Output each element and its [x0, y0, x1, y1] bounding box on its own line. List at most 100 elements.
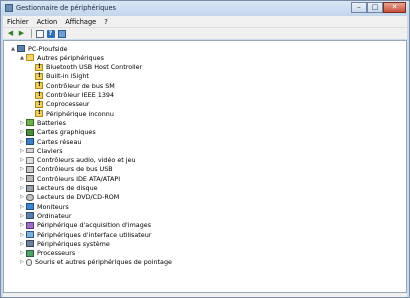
close-icon: ✕ [391, 3, 398, 11]
tree-category-node[interactable]: ▷ Périphériques système [19, 239, 110, 248]
processor-icon [26, 249, 34, 257]
tree-category-node[interactable]: ▷ Lecteurs de disque [19, 184, 98, 193]
tree-device-node[interactable]: Contrôleur IEEE 1394 [28, 91, 114, 100]
menu-affichage[interactable]: Affichage [61, 18, 100, 26]
tree-node-label: Contrôleurs IDE ATA/ATAPI [37, 174, 121, 183]
expand-collapse-toggle[interactable]: ▷ [19, 259, 25, 265]
expand-collapse-toggle[interactable]: ▷ [19, 129, 25, 135]
status-bar [3, 293, 407, 297]
tree-category-node[interactable]: ▷ Contrôleurs audio, vidéo et jeu [19, 156, 136, 165]
tree-node-label: Ordinateur [37, 211, 72, 220]
expand-collapse-toggle[interactable]: ▷ [19, 222, 25, 228]
imaging-device-icon [26, 221, 34, 229]
maximize-icon: □ [371, 3, 379, 11]
title-bar[interactable]: Gestionnaire de périphériques – □ ✕ [1, 1, 409, 16]
menu-fichier[interactable]: Fichier [3, 18, 33, 26]
tree-node-label: Claviers [37, 146, 63, 155]
display-adapter-icon [26, 128, 34, 136]
help-icon[interactable]: ? [46, 29, 55, 38]
tree-root-node[interactable]: ▲ PC-Ploufside [10, 44, 68, 53]
device-icon[interactable] [57, 29, 66, 38]
keyboard-icon [26, 148, 34, 154]
expand-collapse-toggle[interactable]: ▷ [19, 166, 25, 172]
expand-collapse-toggle[interactable]: ▷ [19, 148, 25, 154]
tree-category-node[interactable]: ▷ Périphériques d'interface utilisateur [19, 230, 151, 239]
expand-collapse-toggle[interactable]: ▷ [19, 241, 25, 247]
maximize-button[interactable]: □ [367, 2, 383, 13]
dvd-icon [26, 193, 34, 201]
expand-collapse-toggle[interactable]: ▷ [19, 120, 25, 126]
device-manager-window: Gestionnaire de périphériques – □ ✕ Fich… [0, 0, 410, 298]
folder-icon [26, 54, 34, 62]
tree-device-node[interactable]: Contrôleur de bus SM [28, 81, 115, 90]
tree-node-label: Souris et autres périphériques de pointa… [35, 258, 172, 267]
expand-collapse-toggle[interactable]: ▷ [19, 194, 25, 200]
tree-device-node[interactable]: Bluetooth USB Host Controller [28, 63, 142, 72]
tree-node-label: Processeurs [37, 249, 76, 258]
device-tree[interactable]: ▲PC-Ploufside▲Autres périphériquesBlueto… [3, 40, 407, 293]
menu-action[interactable]: Action [33, 18, 62, 26]
tree-category-node[interactable]: ▷ Processeurs [19, 249, 75, 258]
expand-collapse-toggle[interactable]: ▷ [19, 204, 25, 210]
tree-node-label: PC-Ploufside [28, 44, 68, 53]
tree-node-label: Contrôleur de bus SM [46, 81, 115, 90]
tree-device-node[interactable]: Built-in iSight [28, 72, 89, 81]
back-arrow-icon[interactable]: ◀ [6, 29, 15, 38]
tree-category-node[interactable]: ▲ Autres périphériques [19, 53, 104, 62]
forward-arrow-icon[interactable]: ▶ [17, 29, 26, 38]
expand-collapse-toggle[interactable]: ▷ [19, 185, 25, 191]
tree-node-label: Périphériques d'interface utilisateur [37, 230, 152, 239]
tree-category-node[interactable]: ▷ Moniteurs [19, 202, 69, 211]
warning-device-icon [35, 100, 43, 108]
battery-icon [26, 119, 34, 127]
tree-node-label: Batteries [37, 118, 66, 127]
expand-collapse-toggle[interactable]: ▷ [19, 232, 25, 238]
tree-node-label: Périphérique d'acquisition d'images [37, 221, 152, 230]
expand-collapse-toggle[interactable]: ▷ [19, 157, 25, 163]
menu-help[interactable]: ? [100, 18, 112, 26]
tree-node-label: Contrôleur IEEE 1394 [46, 91, 115, 99]
network-adapter-icon [26, 138, 34, 145]
tree-category-node[interactable]: ▷ Contrôleurs de bus USB [19, 165, 113, 174]
toolbar-separator [31, 29, 32, 38]
toolbar: ◀ ▶ ? [3, 27, 407, 39]
pc-icon [17, 45, 25, 52]
expand-collapse-toggle[interactable]: ▷ [19, 250, 25, 256]
tree-node-label: Contrôleurs de bus USB [37, 165, 113, 174]
usb-icon [26, 165, 34, 173]
audio-icon [26, 156, 34, 164]
tree-category-node[interactable]: ▷ Périphérique d'acquisition d'images [19, 221, 151, 230]
tree-node-label: Built-in iSight [46, 72, 89, 81]
tree-node-label: Coprocesseur [46, 100, 90, 109]
expand-collapse-toggle[interactable]: ▷ [19, 176, 25, 182]
tree-category-node[interactable]: ▷ Souris et autres périphériques de point… [19, 258, 172, 267]
tree-node-label: Contrôleurs audio, vidéo et jeu [37, 156, 136, 165]
tree-category-node[interactable]: ▷ Lecteurs de DVD/CD-ROM [19, 193, 119, 202]
system-device-icon [26, 240, 34, 248]
close-button[interactable]: ✕ [383, 2, 406, 13]
tree-node-label: Lecteurs de disque [37, 184, 98, 192]
tree-category-node[interactable]: ▷ Contrôleurs IDE ATA/ATAPI [19, 174, 120, 183]
tree-device-node[interactable]: Périphérique inconnu [28, 109, 114, 118]
tree-node-label: Cartes réseau [37, 137, 82, 146]
properties-icon[interactable] [35, 29, 44, 38]
warning-device-icon [35, 81, 43, 90]
warning-device-icon [35, 91, 43, 99]
expand-collapse-toggle[interactable]: ▷ [19, 213, 25, 219]
expand-collapse-toggle[interactable]: ▲ [10, 46, 16, 52]
tree-category-node[interactable]: ▷ Ordinateur [19, 211, 71, 220]
expand-collapse-toggle[interactable]: ▲ [19, 55, 25, 61]
expand-collapse-toggle[interactable]: ▷ [19, 139, 25, 145]
minimize-button[interactable]: – [351, 2, 367, 13]
monitor-icon [26, 203, 34, 211]
tree-category-node[interactable]: ▷ Cartes réseau [19, 137, 81, 146]
caption-buttons: – □ ✕ [351, 2, 406, 13]
tree-device-node[interactable]: Coprocesseur [28, 100, 90, 109]
tree-node-label: Moniteurs [37, 202, 69, 211]
tree-category-node[interactable]: ▷ Claviers [19, 146, 63, 155]
tree-node-label: Autres périphériques [37, 53, 104, 62]
tree-category-node[interactable]: ▷ Cartes graphiques [19, 128, 96, 137]
hid-icon [26, 231, 34, 238]
tree-category-node[interactable]: ▷ Batteries [19, 118, 66, 127]
menu-bar: Fichier Action Affichage ? [3, 16, 407, 27]
